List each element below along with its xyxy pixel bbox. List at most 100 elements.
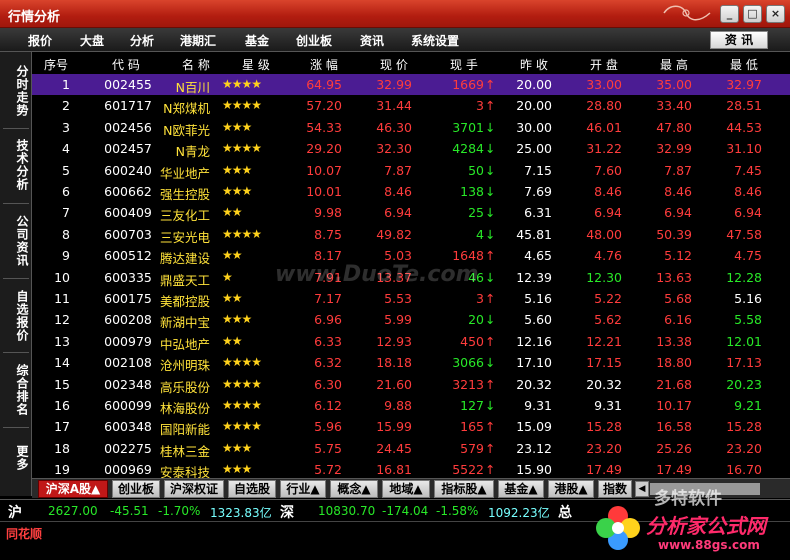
table-row[interactable]: 2 601717 N郑煤机 ★★★★ 57.20 31.44 3 ↑ 20.00 28.80 33.… bbox=[32, 95, 790, 116]
table-row[interactable]: 6 600662 强生控股 ★★★ 10.01 8.46 138 ↓ 7.69 8.46 8.46 8… bbox=[32, 181, 790, 202]
table-row[interactable]: 18 002275 桂林三金 ★★★ 5.75 24.45 579 ↑ 23.12 23.20 25… bbox=[32, 438, 790, 459]
tab-ranking[interactable]: 综合排名 bbox=[3, 357, 29, 423]
row-number: 8 bbox=[62, 226, 70, 242]
btab-concept[interactable]: 概念▲ bbox=[330, 480, 378, 498]
menu-hk-futures-fx[interactable]: 港期汇 bbox=[180, 32, 216, 49]
open-price: 12.30 bbox=[586, 269, 622, 285]
stock-name: 三友化工 bbox=[159, 208, 210, 224]
header-no[interactable]: 序号 bbox=[44, 56, 68, 73]
high-price: 50.39 bbox=[656, 226, 692, 242]
table-row[interactable]: 5 600240 华业地产 ★★★ 10.07 7.87 50 ↓ 7.15 7.60 7.87 7.… bbox=[32, 160, 790, 181]
change-percent: 10.07 bbox=[306, 162, 342, 178]
btab-fund[interactable]: 基金▲ bbox=[498, 480, 544, 498]
table-row[interactable]: 11 600175 美都控股 ★★ 7.17 5.53 3 ↑ 5.16 5.22 5.68 5.16 bbox=[32, 288, 790, 309]
row-number: 7 bbox=[62, 205, 70, 221]
open-price: 12.21 bbox=[586, 333, 622, 349]
row-number: 5 bbox=[62, 162, 70, 178]
header-price[interactable]: 现 价 bbox=[380, 56, 408, 73]
header-change[interactable]: 涨 幅 bbox=[310, 56, 338, 73]
menu-settings[interactable]: 系统设置 bbox=[411, 32, 459, 49]
prev-close: 5.60 bbox=[524, 312, 552, 328]
table-row[interactable]: 8 600703 三安光电 ★★★★ 8.75 49.82 4 ↓ 45.81 48.00 50.3… bbox=[32, 224, 790, 245]
btab-index-stocks[interactable]: 指标股▲ bbox=[434, 480, 494, 498]
change-percent: 5.72 bbox=[314, 462, 342, 478]
row-number: 18 bbox=[54, 440, 70, 456]
btab-watchlist[interactable]: 自选股 bbox=[228, 480, 276, 498]
menu-news[interactable]: 资讯 bbox=[360, 32, 384, 49]
current-volume: 3701 bbox=[452, 119, 484, 135]
btab-warrants[interactable]: 沪深权证 bbox=[164, 480, 224, 498]
current-volume: 127 bbox=[460, 398, 484, 413]
current-volume: 4 bbox=[476, 226, 484, 242]
btab-a-shares[interactable]: 沪深A股▲ bbox=[38, 480, 108, 498]
news-button[interactable]: 资 讯 bbox=[710, 31, 768, 49]
header-low[interactable]: 最 低 bbox=[730, 56, 758, 73]
menu-quote[interactable]: 报价 bbox=[28, 32, 52, 49]
current-price: 6.94 bbox=[384, 205, 412, 221]
tab-more[interactable]: 更多 bbox=[3, 433, 29, 483]
low-price: 6.94 bbox=[734, 205, 762, 221]
menu-market[interactable]: 大盘 bbox=[80, 32, 104, 49]
table-row[interactable]: 4 002457 N青龙 ★★★★ 29.20 32.30 4284 ↓ 25.00 31.22 3… bbox=[32, 138, 790, 159]
minimize-button[interactable]: _ bbox=[720, 5, 739, 23]
stock-name: 高乐股份 bbox=[159, 379, 210, 395]
tab-watchlist[interactable]: 自选报价 bbox=[3, 283, 29, 349]
btab-industry[interactable]: 行业▲ bbox=[280, 480, 326, 498]
table-row[interactable]: 17 600348 国阳新能 ★★★★ 5.96 15.99 165 ↑ 15.09 15.28 1… bbox=[32, 416, 790, 437]
tab-intraday[interactable]: 分时走势 bbox=[3, 58, 29, 124]
table-row[interactable]: 7 600409 三友化工 ★★ 9.98 6.94 25 ↓ 6.31 6.94 6.94 6.94 bbox=[32, 202, 790, 223]
sz-percent: -1.58% bbox=[436, 504, 479, 518]
prev-close: 20.00 bbox=[516, 77, 552, 92]
logo-text-main: 分析家公式网 bbox=[646, 514, 766, 538]
high-price: 17.49 bbox=[656, 462, 692, 478]
menu-gem[interactable]: 创业板 bbox=[296, 32, 332, 49]
logo-text-duote: 多特软件 bbox=[654, 489, 722, 509]
table-row[interactable]: 3 002456 N欧菲光 ★★★ 54.33 46.30 3701 ↓ 30.00 46.01 4… bbox=[32, 117, 790, 138]
header-name[interactable]: 名 称 bbox=[182, 56, 210, 73]
row-number: 3 bbox=[62, 119, 70, 135]
ornament-icon bbox=[663, 5, 711, 21]
current-volume: 3213 bbox=[452, 376, 484, 392]
low-price: 32.97 bbox=[726, 77, 762, 92]
header-volume[interactable]: 现 手 bbox=[450, 56, 478, 73]
header-open[interactable]: 开 盘 bbox=[590, 56, 618, 73]
row-number: 11 bbox=[54, 291, 70, 306]
maximize-button[interactable]: □ bbox=[743, 5, 762, 23]
btab-gem[interactable]: 创业板 bbox=[112, 480, 160, 498]
table-row[interactable]: 16 600099 林海股份 ★★★★ 6.12 9.88 127 ↓ 9.31 9.31 10.1… bbox=[32, 395, 790, 416]
header-code[interactable]: 代 码 bbox=[112, 56, 140, 73]
low-price: 5.16 bbox=[734, 291, 762, 306]
btab-region[interactable]: 地域▲ bbox=[382, 480, 430, 498]
high-price: 13.38 bbox=[656, 333, 692, 349]
low-price: 8.46 bbox=[734, 184, 762, 199]
sh-percent: -1.70% bbox=[158, 504, 201, 518]
table-row[interactable]: 1 002455 N百川 ★★★★ 64.95 32.99 1669 ↑ 20.00 33.00 3… bbox=[32, 74, 790, 96]
table-row[interactable]: 13 000979 中弘地产 ★★ 6.33 12.93 450 ↑ 12.16 12.21 13.… bbox=[32, 331, 790, 352]
stock-name: N青龙 bbox=[175, 144, 210, 160]
current-price: 8.46 bbox=[384, 184, 412, 199]
sh-label: 沪 bbox=[8, 505, 22, 521]
current-price: 7.87 bbox=[384, 162, 412, 178]
row-number: 16 bbox=[54, 398, 70, 413]
table-row[interactable]: 15 002348 高乐股份 ★★★★ 6.30 21.60 3213 ↑ 20.32 20.32… bbox=[32, 374, 790, 395]
prev-close: 7.69 bbox=[524, 184, 552, 199]
stock-name: N百川 bbox=[175, 80, 210, 95]
menu-bar: 报价 大盘 分析 港期汇 基金 创业板 资讯 系统设置 资 讯 bbox=[0, 28, 790, 52]
prev-close: 17.10 bbox=[516, 355, 552, 371]
close-button[interactable]: × bbox=[766, 5, 785, 23]
header-prev-close[interactable]: 昨 收 bbox=[520, 56, 548, 73]
menu-fund[interactable]: 基金 bbox=[245, 32, 269, 49]
high-price: 5.12 bbox=[664, 248, 692, 264]
header-stars[interactable]: 星 级 bbox=[242, 56, 270, 73]
prev-close: 20.32 bbox=[516, 376, 552, 392]
table-row[interactable]: 14 002108 沧州明珠 ★★★★ 6.32 18.18 3066 ↓ 17.10 17.15… bbox=[32, 352, 790, 373]
menu-analysis[interactable]: 分析 bbox=[130, 32, 154, 49]
current-price: 24.45 bbox=[376, 440, 412, 456]
tab-technical[interactable]: 技术分析 bbox=[3, 132, 29, 198]
low-price: 31.10 bbox=[726, 141, 762, 157]
header-high[interactable]: 最 高 bbox=[660, 56, 688, 73]
prev-close: 23.12 bbox=[516, 440, 552, 456]
table-row[interactable]: 12 600208 新湖中宝 ★★★ 6.96 5.99 20 ↓ 5.60 5.62 6.16 5.… bbox=[32, 309, 790, 330]
tab-company-info[interactable]: 公司资讯 bbox=[3, 208, 29, 274]
change-percent: 5.96 bbox=[314, 419, 342, 435]
